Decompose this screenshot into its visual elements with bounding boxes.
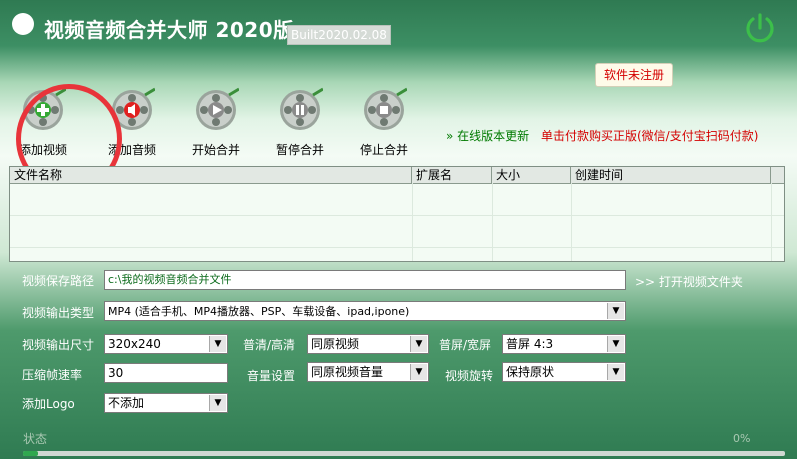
pause-merge-label: 暂停合并 <box>275 143 324 157</box>
logo-select[interactable]: 不添加 ▼ <box>104 393 228 413</box>
output-type-label: 视频输出类型 <box>22 306 95 320</box>
stop-merge-button[interactable]: 停止合并 <box>349 85 419 160</box>
quality-label: 普清/高清 <box>243 338 296 352</box>
dropdown-arrow-icon[interactable]: ▼ <box>410 364 427 380</box>
film-reel-add-icon <box>23 87 66 130</box>
column-header-size[interactable]: 大小 <box>492 167 571 183</box>
buy-license-link[interactable]: 单击付款购买正版(微信/支付宝扫码付款) <box>541 127 758 144</box>
volume-value: 同原视频音量 <box>311 365 384 379</box>
output-type-select[interactable]: MP4 (适合手机、MP4播放器、PSP、车载设备、ipad,ipone) ▼ <box>104 301 626 321</box>
fps-input[interactable]: 30 <box>104 363 228 383</box>
aspect-select[interactable]: 普屏 4:3 ▼ <box>502 334 626 354</box>
progress-bar <box>23 451 785 456</box>
column-header-extension[interactable]: 扩展名 <box>412 167 492 183</box>
add-audio-label: 添加音频 <box>107 143 156 157</box>
dropdown-arrow-icon[interactable]: ▼ <box>209 395 226 411</box>
aspect-label: 普屏/宽屏 <box>439 338 492 352</box>
volume-label: 音量设置 <box>247 369 296 383</box>
file-list-table[interactable]: 文件名称 扩展名 大小 创建时间 <box>9 166 785 262</box>
film-reel-stop-icon <box>364 87 407 130</box>
save-path-input[interactable]: c:\我的视频音频合并文件 <box>104 270 626 290</box>
start-merge-label: 开始合并 <box>191 143 240 157</box>
app-title: 视频音频合并大师 2020版 <box>44 18 294 42</box>
film-reel-pause-icon <box>280 87 323 130</box>
film-reel-speaker-icon <box>112 87 155 130</box>
add-audio-button[interactable]: 添加音频 <box>97 85 167 160</box>
dropdown-arrow-icon[interactable]: ▼ <box>607 364 624 380</box>
column-divider <box>412 183 413 261</box>
online-update-link[interactable]: » 在线版本更新 <box>446 127 529 144</box>
logo-label: 添加Logo <box>22 397 75 411</box>
volume-select[interactable]: 同原视频音量 ▼ <box>307 362 429 382</box>
status-label: 状态 <box>23 432 48 446</box>
dropdown-arrow-icon[interactable]: ▼ <box>607 303 624 319</box>
column-divider <box>771 183 772 261</box>
quality-select[interactable]: 同原视频 ▼ <box>307 334 429 354</box>
stop-merge-label: 停止合并 <box>359 143 408 157</box>
logo-value: 不添加 <box>108 396 145 410</box>
aspect-value: 普屏 4:3 <box>506 337 554 351</box>
power-icon[interactable] <box>742 10 778 46</box>
fps-label: 压缩帧速率 <box>22 368 83 382</box>
progress-percent: 0% <box>733 432 751 445</box>
table-header: 文件名称 扩展名 大小 创建时间 <box>10 167 784 184</box>
add-video-button[interactable]: 添加视频 <box>8 85 78 160</box>
output-size-select[interactable]: 320x240 ▼ <box>104 334 228 354</box>
rotate-value: 保持原状 <box>506 365 555 379</box>
row-divider <box>10 215 784 216</box>
output-size-value: 320x240 <box>108 337 161 351</box>
open-folder-link[interactable]: >> 打开视频文件夹 <box>635 273 743 290</box>
dropdown-arrow-icon[interactable]: ▼ <box>607 336 624 352</box>
dropdown-arrow-icon[interactable]: ▼ <box>410 336 427 352</box>
column-divider <box>571 183 572 261</box>
column-header-filename[interactable]: 文件名称 <box>10 167 412 183</box>
build-badge: Built2020.02.08 <box>287 25 391 45</box>
progress-fill <box>23 451 39 456</box>
add-video-label: 添加视频 <box>18 143 67 157</box>
save-path-label: 视频保存路径 <box>22 274 95 288</box>
registration-badge[interactable]: 软件未注册 <box>595 63 673 87</box>
output-type-value: MP4 (适合手机、MP4播放器、PSP、车载设备、ipad,ipone) <box>108 305 410 318</box>
pause-merge-button[interactable]: 暂停合并 <box>265 85 335 160</box>
row-divider <box>10 247 784 248</box>
rotate-label: 视频旋转 <box>445 369 494 383</box>
film-reel-play-icon <box>196 87 239 130</box>
app-logo-icon <box>12 13 34 35</box>
output-size-label: 视频输出尺寸 <box>22 338 95 352</box>
dropdown-arrow-icon[interactable]: ▼ <box>209 336 226 352</box>
column-header-created[interactable]: 创建时间 <box>571 167 771 183</box>
start-merge-button[interactable]: 开始合并 <box>181 85 251 160</box>
column-divider <box>492 183 493 261</box>
quality-value: 同原视频 <box>311 337 360 351</box>
rotate-select[interactable]: 保持原状 ▼ <box>502 362 626 382</box>
